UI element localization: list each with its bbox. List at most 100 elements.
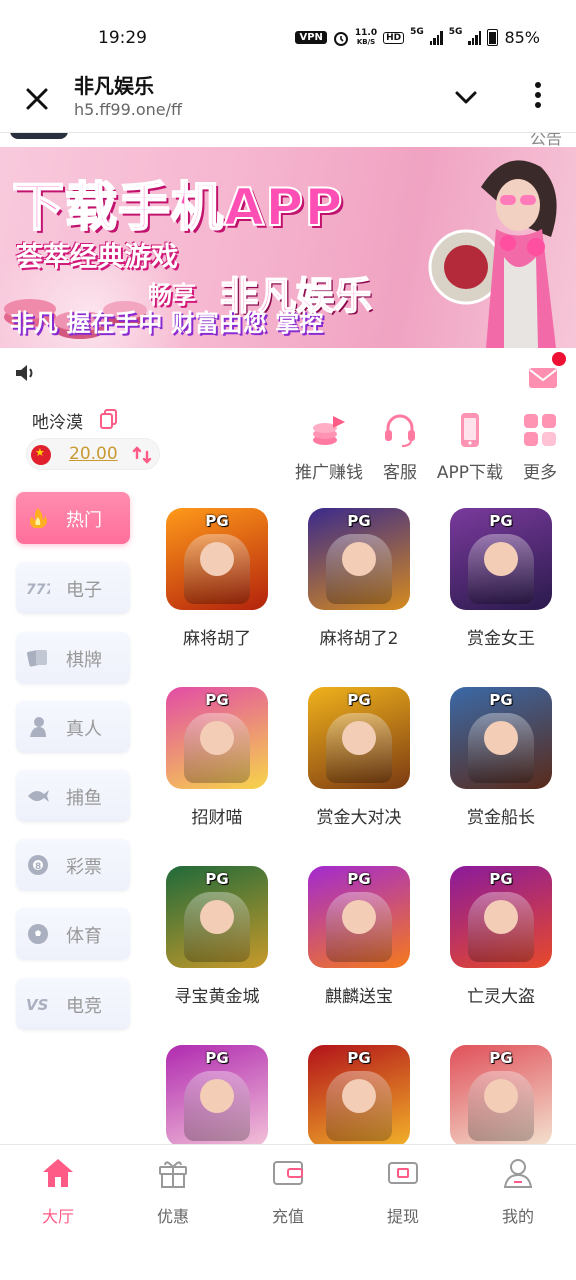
quick-action-app-download[interactable]: APP下载: [432, 410, 508, 483]
balance-pill: 20.00: [26, 438, 160, 470]
category-fishing[interactable]: 捕鱼: [16, 770, 130, 822]
currency-flag-icon: [31, 445, 51, 465]
game-tile[interactable]: PG 赏金女王: [436, 508, 566, 649]
game-thumbnail: PG: [166, 1045, 268, 1147]
game-character-face: [484, 1079, 518, 1113]
banner-line-2: 荟萃经典游戏: [16, 242, 178, 273]
game-tile[interactable]: PG 麒麟送宝: [294, 866, 424, 1007]
withdraw-icon: [388, 1162, 418, 1184]
sim1-label: 5G: [410, 27, 424, 37]
game-tile[interactable]: PG 招财喵: [152, 687, 282, 828]
game-tile[interactable]: PG: [436, 1045, 566, 1147]
mail-icon[interactable]: [528, 366, 558, 390]
balance-amount: 20.00: [69, 444, 118, 464]
quick-action-service[interactable]: 客服: [372, 410, 428, 483]
tab-label: 优惠: [156, 1207, 189, 1226]
category-hot[interactable]: 热门: [16, 492, 130, 544]
soccer-ball-icon: [28, 924, 48, 944]
svg-text:8: 8: [35, 862, 41, 872]
game-name: 麒麟送宝: [325, 987, 393, 1007]
quick-action-label: 更多: [523, 463, 557, 483]
signal-icon-2: [468, 30, 482, 45]
provider-badge: PG: [489, 1049, 513, 1067]
provider-badge: PG: [347, 691, 371, 709]
hd-badge: HD: [383, 31, 405, 44]
chevron-down-icon[interactable]: [452, 84, 480, 112]
provider-badge: PG: [347, 870, 371, 888]
category-label: 真人: [66, 719, 102, 740]
tab-label: 充值: [271, 1207, 304, 1226]
game-name: 赏金大对决: [316, 808, 402, 828]
tab-promotions[interactable]: 优惠: [133, 1157, 213, 1227]
refresh-icon[interactable]: [131, 444, 153, 466]
category-label: 电子: [66, 580, 102, 601]
tab-deposit[interactable]: 充值: [248, 1157, 328, 1227]
game-thumbnail: PG: [308, 866, 410, 968]
category-cards[interactable]: 棋牌: [16, 632, 130, 684]
game-name: 招财喵: [191, 808, 243, 828]
promo-banner[interactable]: 下载手机APP 荟萃经典游戏 畅享 非凡娱乐 非凡 握在手中 财富由您 掌控: [0, 147, 576, 348]
tab-withdraw[interactable]: 提现: [363, 1157, 443, 1227]
provider-badge: PG: [347, 1049, 371, 1067]
game-tile[interactable]: PG: [152, 1045, 282, 1147]
alarm-icon: [333, 31, 348, 46]
quick-action-promote[interactable]: 推广赚钱: [290, 410, 368, 483]
copy-icon[interactable]: [100, 409, 118, 429]
headset-icon: [385, 414, 415, 447]
tab-label: 提现: [386, 1207, 419, 1226]
category-label: 棋牌: [66, 650, 102, 671]
game-name: 赏金女王: [467, 629, 535, 649]
category-label: 热门: [66, 510, 102, 531]
game-thumbnail: PG: [450, 866, 552, 968]
category-sports[interactable]: 体育: [16, 908, 130, 960]
game-character-face: [342, 1079, 376, 1113]
game-character-face: [484, 542, 518, 576]
game-thumbnail: PG: [450, 508, 552, 610]
quick-action-more[interactable]: 更多: [516, 410, 564, 483]
game-tile[interactable]: PG 寻宝黄金城: [152, 866, 282, 1007]
fish-icon: [28, 790, 49, 802]
game-thumbnail: PG: [308, 508, 410, 610]
tab-label: 大厅: [41, 1207, 74, 1226]
net-speed: 11.0 KB/S: [354, 27, 378, 47]
category-slots[interactable]: 777 电子: [16, 562, 130, 614]
game-thumbnail: PG: [450, 1045, 552, 1147]
game-character-face: [484, 900, 518, 934]
provider-badge: PG: [205, 1049, 229, 1067]
category-esports[interactable]: VS 电竞: [16, 978, 130, 1030]
announcement-link[interactable]: 公告: [530, 133, 562, 147]
game-tile[interactable]: PG 亡灵大盗: [436, 866, 566, 1007]
game-tile[interactable]: PG 赏金船长: [436, 687, 566, 828]
speaker-icon[interactable]: [14, 362, 38, 384]
home-icon: [43, 1159, 73, 1187]
more-vert-icon[interactable]: [528, 80, 548, 110]
game-thumbnail: PG: [166, 866, 268, 968]
game-thumbnail: PG: [450, 687, 552, 789]
provider-badge: PG: [205, 870, 229, 888]
game-tile[interactable]: PG 麻将胡了: [152, 508, 282, 649]
game-tile[interactable]: PG 麻将胡了2: [294, 508, 424, 649]
net-speed-value: 11.0: [354, 27, 378, 38]
game-tile[interactable]: PG 赏金大对决: [294, 687, 424, 828]
category-live[interactable]: 真人: [16, 701, 130, 753]
cards-icon: [27, 650, 47, 667]
tab-profile[interactable]: 我的: [478, 1157, 558, 1227]
tab-lobby[interactable]: 大厅: [18, 1157, 98, 1227]
quick-action-label: 推广赚钱: [295, 463, 363, 483]
user-icon: [503, 1159, 533, 1188]
game-name: 麻将胡了: [183, 629, 251, 649]
net-speed-unit: KB/S: [356, 37, 376, 46]
system-nav-area: [0, 1236, 576, 1280]
quick-action-label: APP下载: [436, 463, 504, 483]
game-character-face: [200, 1079, 234, 1113]
close-icon[interactable]: [20, 82, 54, 116]
provider-badge: PG: [489, 691, 513, 709]
category-label: 体育: [66, 926, 102, 947]
page-url: h5.ff99.one/ff: [74, 100, 183, 119]
game-tile[interactable]: PG: [294, 1045, 424, 1147]
wallet-icon: [273, 1161, 303, 1185]
battery-icon: [487, 29, 499, 46]
tab-label: 我的: [501, 1207, 534, 1226]
provider-badge: PG: [489, 512, 513, 530]
category-lottery[interactable]: 8 彩票: [16, 839, 130, 891]
